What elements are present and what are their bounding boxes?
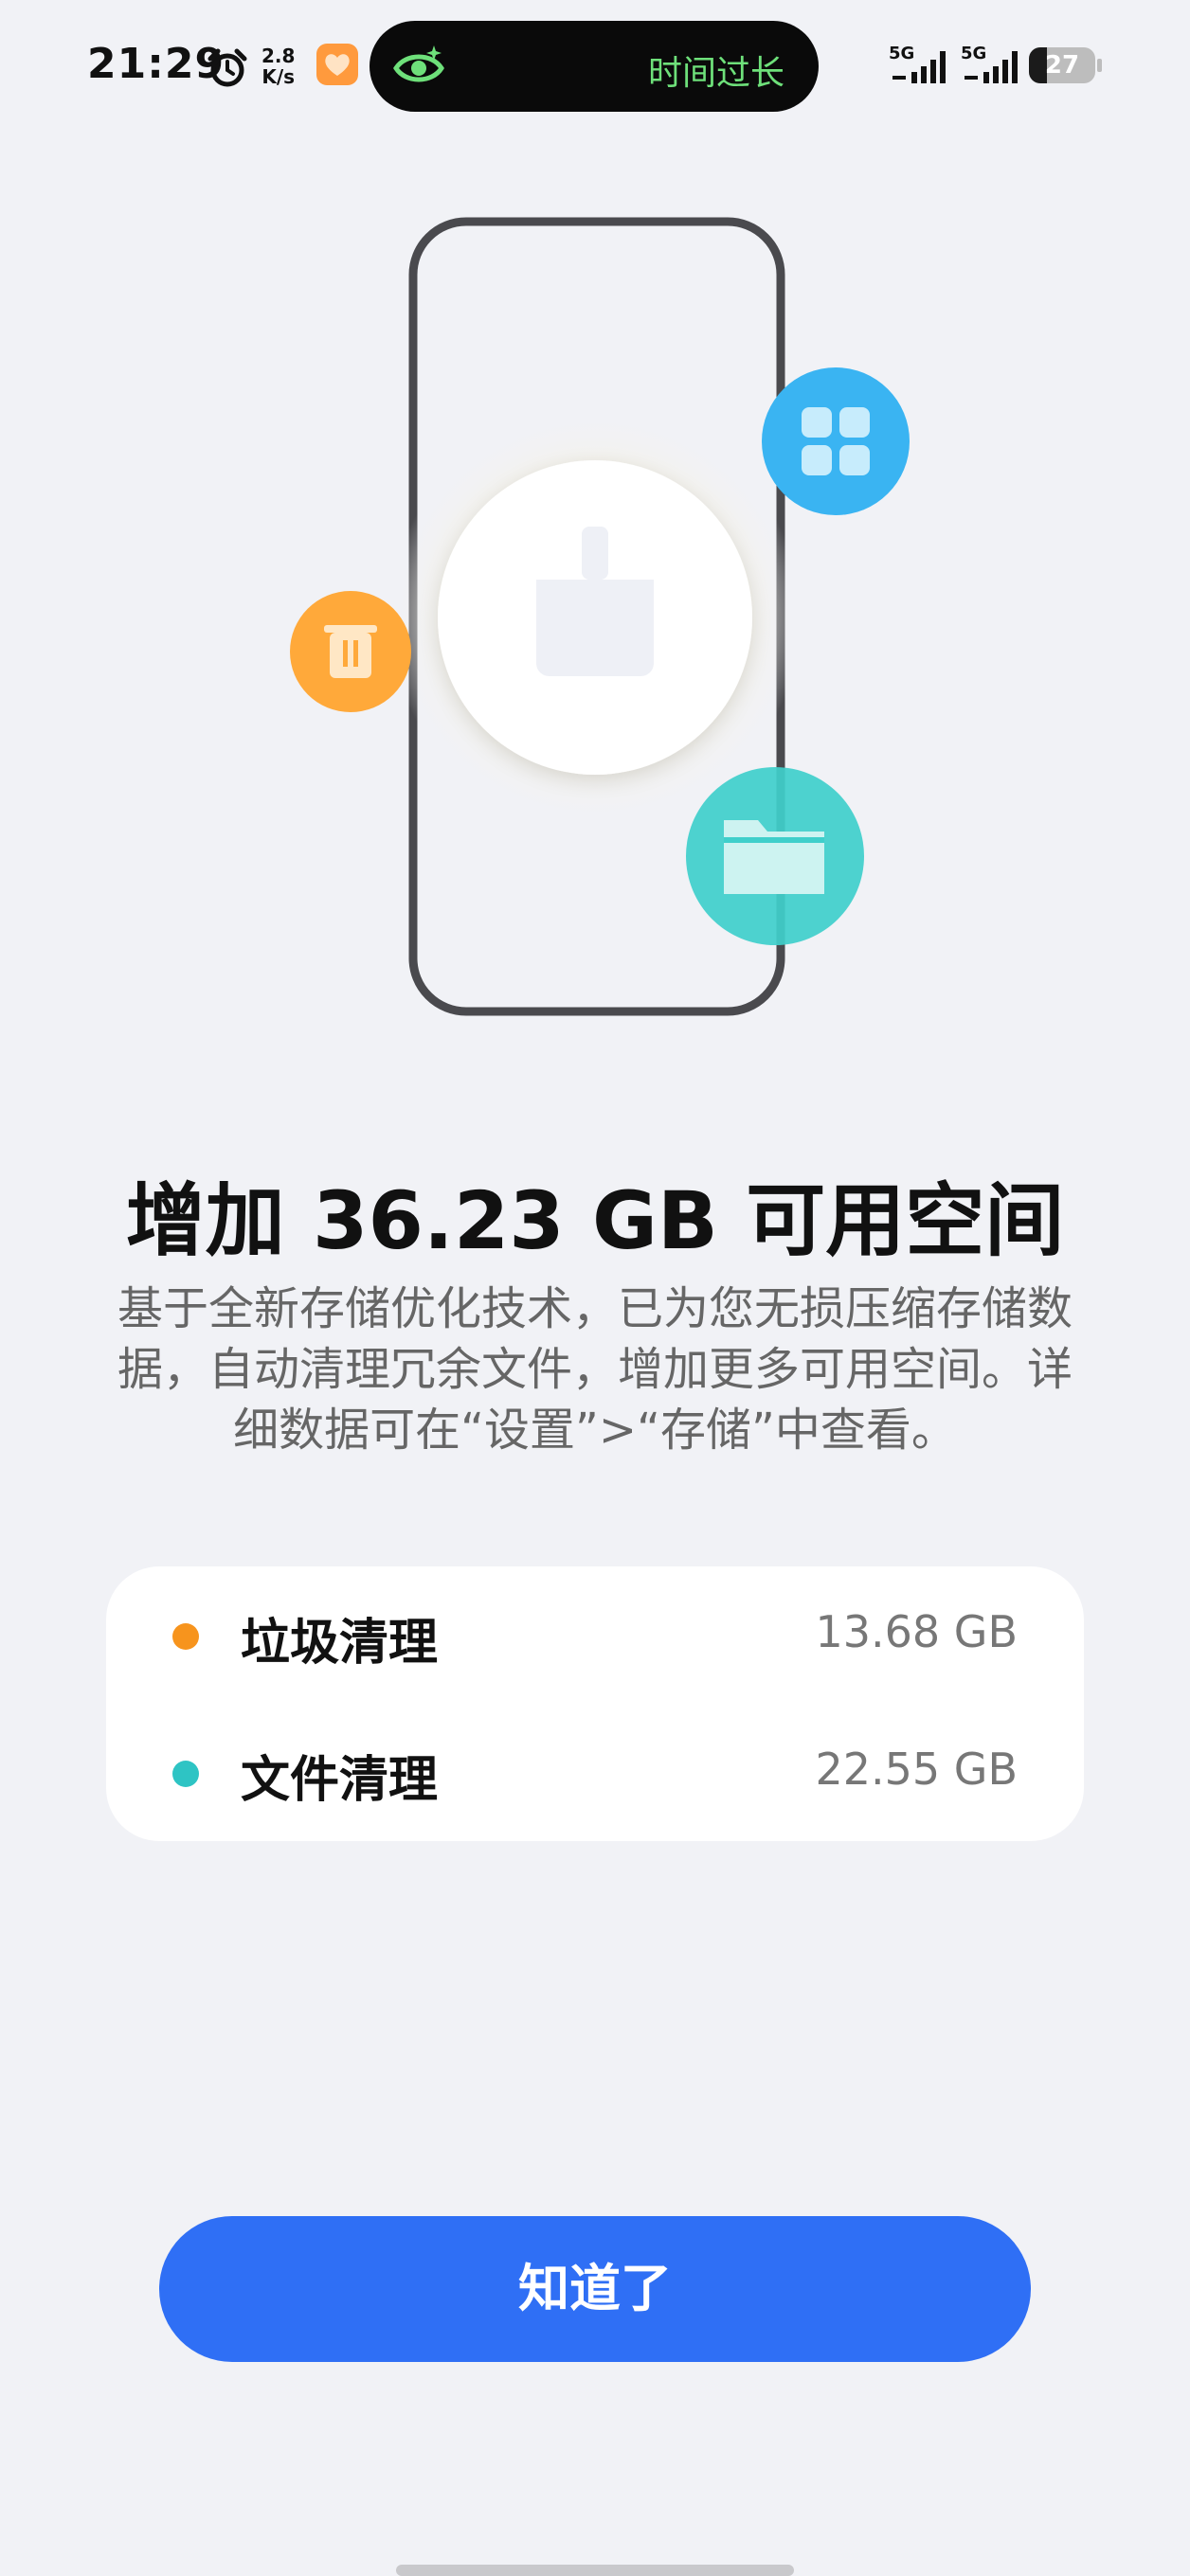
breakdown-row-files: 文件清理 22.55 GB	[106, 1704, 1084, 1841]
usage-reminder-text: 时间过长	[647, 54, 784, 93]
battery-tip	[1097, 59, 1102, 72]
home-indicator[interactable]	[396, 2565, 794, 2576]
breakdown-label: 文件清理	[241, 1752, 439, 1809]
battery-level: 27	[1044, 51, 1080, 80]
folder-icon	[686, 767, 864, 945]
net-speed: 2.8 K/s	[261, 45, 295, 87]
status-bar: 21:29 2.8 K/s 时间过长 5G 5G 27	[0, 0, 1190, 133]
cleanup-breakdown-card: 垃圾清理 13.68 GB 文件清理 22.55 GB	[106, 1566, 1084, 1841]
trash-icon	[290, 591, 411, 712]
breakdown-row-junk: 垃圾清理 13.68 GB	[106, 1566, 1084, 1704]
space-freed-title: 增加 36.23 GB 可用空间	[125, 1174, 1065, 1267]
breakdown-label: 垃圾清理	[241, 1615, 439, 1672]
alarm-icon	[207, 48, 247, 87]
net-speed-unit: K/s	[261, 65, 296, 88]
battery-icon: 27	[1029, 47, 1095, 83]
breakdown-value: 22.55 GB	[815, 1744, 1018, 1795]
space-freed-description: 基于全新存储优化技术，已为您无损压缩存储数据，自动清理冗余文件，增加更多可用空间…	[117, 1282, 1073, 1457]
storage-illustration	[290, 217, 910, 1016]
eye-care-icon	[393, 45, 444, 82]
got-it-button[interactable]: 知道了	[159, 2216, 1031, 2362]
health-app-icon	[316, 44, 358, 85]
signal-icon	[965, 51, 1018, 83]
junk-dot	[172, 1623, 199, 1650]
dynamic-island[interactable]: 时间过长	[370, 21, 819, 112]
file-dot	[172, 1761, 199, 1787]
breakdown-value: 13.68 GB	[815, 1606, 1018, 1657]
signal-icon	[892, 51, 946, 83]
apps-grid-icon	[762, 367, 910, 515]
net-speed-value: 2.8	[261, 45, 296, 67]
status-time: 21:29	[87, 40, 225, 88]
